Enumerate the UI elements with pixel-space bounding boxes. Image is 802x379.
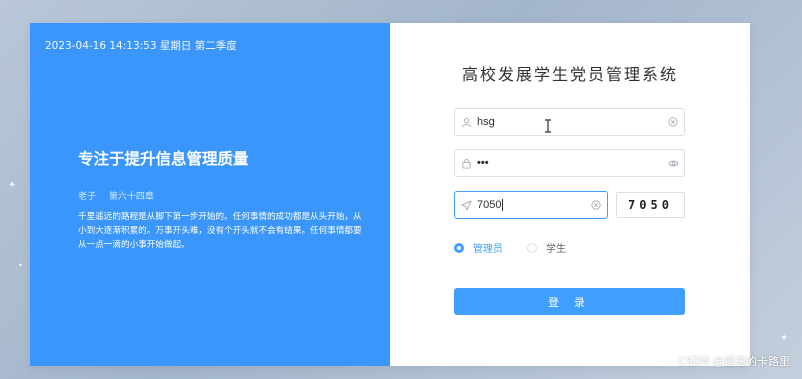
clear-icon[interactable]: [585, 200, 607, 210]
clear-icon[interactable]: [662, 117, 684, 127]
login-card: 2023-04-16 14:13:53 星期日 第二季度 专注于提升信息管理质量…: [30, 23, 750, 366]
password-field[interactable]: •••: [454, 149, 685, 177]
quote-text: 千里遥远的路程是从脚下第一步开始的。任何事情的成功都是从头开始，从小到大逐渐积累…: [78, 212, 362, 250]
radio-unchecked-icon: [527, 242, 537, 253]
watermark: CSDN @逃逸的卡路里: [678, 355, 790, 368]
author-source: 第六十四章: [108, 192, 154, 202]
quote-author: 老子 第六十四章: [78, 189, 154, 202]
star-decoration: ✦: [780, 333, 789, 344]
author-name: 老子: [78, 192, 97, 202]
captcha-input-value: 7050: [477, 198, 504, 212]
slogan: 专注于提升信息管理质量: [78, 150, 249, 168]
login-button[interactable]: 登 录: [454, 288, 685, 315]
role-student-label: 学生: [546, 244, 566, 255]
username-value: hsg: [477, 116, 495, 128]
captcha-image[interactable]: 7050: [616, 192, 685, 218]
text-cursor-icon: [544, 118, 552, 137]
role-selector: 管理员 学生: [454, 240, 566, 255]
send-icon: [455, 199, 477, 211]
eye-icon[interactable]: [662, 158, 684, 169]
captcha-input[interactable]: 7050: [454, 191, 608, 219]
info-panel: 2023-04-16 14:13:53 星期日 第二季度 专注于提升信息管理质量…: [30, 23, 390, 366]
system-title: 高校发展学生党员管理系统: [461, 65, 678, 84]
username-field[interactable]: hsg: [454, 108, 685, 136]
login-panel: 高校发展学生党员管理系统 hsg ••• 7050 7050 管理员 学生 登 …: [390, 23, 750, 366]
role-student-radio[interactable]: 学生: [527, 240, 566, 255]
star-decoration: ✦: [8, 180, 17, 191]
radio-checked-icon: [454, 242, 464, 253]
role-admin-radio[interactable]: 管理员: [454, 240, 503, 255]
star-decoration: ✦: [18, 262, 24, 269]
current-datetime: 2023-04-16 14:13:53 星期日 第二季度: [45, 40, 237, 52]
user-icon: [455, 117, 477, 128]
role-admin-label: 管理员: [473, 244, 503, 255]
password-value: •••: [477, 157, 489, 169]
lock-icon: [455, 158, 477, 169]
